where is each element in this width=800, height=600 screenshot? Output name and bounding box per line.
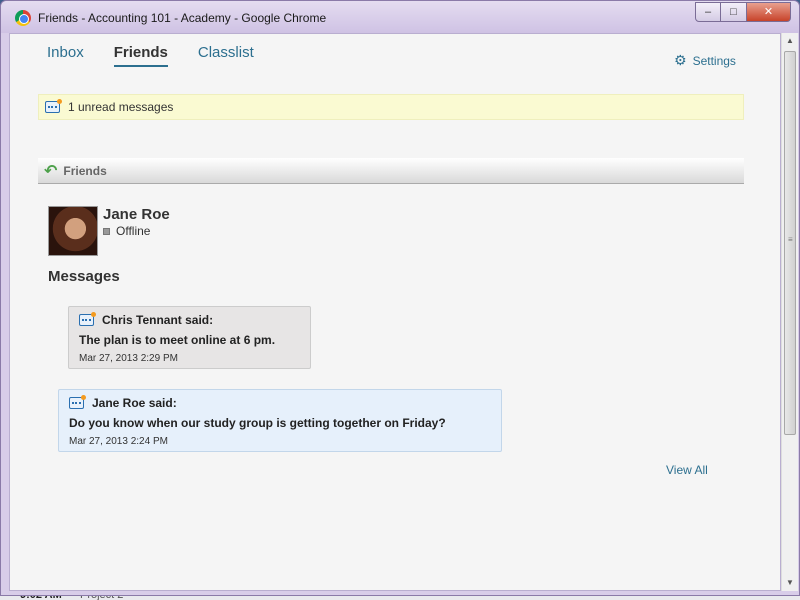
minimize-button[interactable]: – xyxy=(695,2,721,22)
message-item: Jane Roe said: Do you know when our stud… xyxy=(58,389,502,452)
scroll-grip-icon: ≡ xyxy=(788,235,793,244)
chrome-logo-icon xyxy=(15,10,31,26)
view-all-link[interactable]: View All xyxy=(666,463,708,477)
message-author: Jane Roe said: xyxy=(92,396,177,410)
tab-inbox[interactable]: Inbox xyxy=(47,44,84,67)
unread-notice-text: 1 unread messages xyxy=(68,100,174,114)
chat-icon xyxy=(79,312,96,326)
settings-label: Settings xyxy=(692,53,736,68)
message-item: Chris Tennant said: The plan is to meet … xyxy=(68,306,311,369)
settings-link[interactable]: ⚙ Settings xyxy=(674,52,736,69)
status-dot-icon xyxy=(103,227,110,235)
gear-icon: ⚙ xyxy=(674,52,687,68)
scroll-up-arrow-icon[interactable]: ▲ xyxy=(782,33,798,49)
message-time: Mar 27, 2013 2:29 PM xyxy=(79,353,178,364)
browser-window: Friends - Accounting 101 - Academy - Goo… xyxy=(0,0,800,596)
unread-notice: 1 unread messages xyxy=(38,94,744,120)
friends-section-header: ↶ Friends xyxy=(38,158,744,184)
message-text: Do you know when our study group is gett… xyxy=(69,416,446,430)
contact-name: Jane Roe xyxy=(103,206,170,223)
messages-heading: Messages xyxy=(48,268,120,285)
scroll-thumb[interactable]: ≡ xyxy=(784,51,796,435)
message-text: The plan is to meet online at 6 pm. xyxy=(79,333,276,347)
chat-icon xyxy=(69,395,86,409)
maximize-button[interactable]: □ xyxy=(721,2,747,22)
title-bar[interactable]: Friends - Accounting 101 - Academy - Goo… xyxy=(1,1,799,33)
chat-icon xyxy=(45,99,62,113)
window-controls: – □ ✕ xyxy=(695,2,791,22)
section-title: Friends xyxy=(63,163,107,178)
tab-classlist[interactable]: Classlist xyxy=(198,44,254,67)
message-author: Chris Tennant said: xyxy=(102,313,214,327)
status-text: Offline xyxy=(116,224,151,238)
back-arrow-icon[interactable]: ↶ xyxy=(44,161,57,181)
vertical-scrollbar[interactable]: ▲ ≡ ▼ xyxy=(781,33,798,591)
avatar xyxy=(48,206,98,256)
contact-status: Offline xyxy=(103,224,150,238)
window-title: Friends - Accounting 101 - Academy - Goo… xyxy=(38,11,327,25)
message-time: Mar 27, 2013 2:24 PM xyxy=(69,436,168,447)
scroll-down-arrow-icon[interactable]: ▼ xyxy=(782,575,798,591)
tab-friends[interactable]: Friends xyxy=(113,44,168,67)
close-button[interactable]: ✕ xyxy=(747,2,791,22)
page-content: Inbox Friends Classlist ⚙ Settings 1 unr… xyxy=(9,33,781,591)
nav-tabs: Inbox Friends Classlist xyxy=(47,44,284,67)
